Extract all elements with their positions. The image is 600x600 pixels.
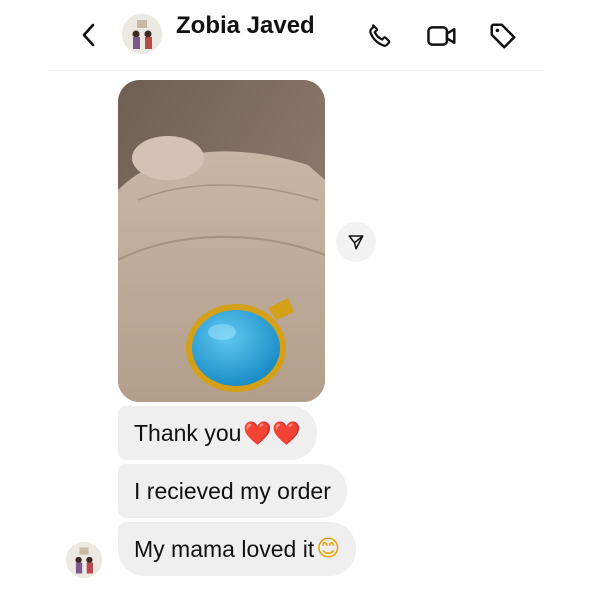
phone-icon xyxy=(369,24,391,47)
share-button[interactable] xyxy=(336,222,376,262)
ring-photo-message[interactable] xyxy=(118,80,325,402)
audio-call-button[interactable] xyxy=(364,20,396,52)
message-text: My mama loved it xyxy=(134,535,315,562)
heart-emoji: ❤️❤️ xyxy=(243,420,301,447)
tag-button[interactable] xyxy=(487,20,519,52)
message-bubble[interactable]: I recieved my order xyxy=(118,464,347,518)
video-call-button[interactable] xyxy=(426,20,458,52)
message-text: Thank you xyxy=(134,419,242,446)
back-button[interactable] xyxy=(74,20,104,50)
chat-header: Zobia Javed xyxy=(0,0,600,70)
contact-name[interactable]: Zobia Javed xyxy=(176,12,315,40)
sender-avatar[interactable] xyxy=(66,542,102,578)
message-bubble[interactable]: Thank you ❤️❤️ xyxy=(118,406,317,460)
send-icon xyxy=(348,235,364,250)
tag-icon xyxy=(490,23,516,49)
header-divider xyxy=(48,70,544,71)
video-icon xyxy=(427,26,456,46)
contact-avatar[interactable] xyxy=(122,14,162,54)
chevron-left-icon xyxy=(82,23,95,47)
message-bubble[interactable]: My mama loved it 😊 xyxy=(118,522,357,576)
message-text: I recieved my order xyxy=(134,477,331,504)
smile-emoji: 😊 xyxy=(316,536,341,562)
